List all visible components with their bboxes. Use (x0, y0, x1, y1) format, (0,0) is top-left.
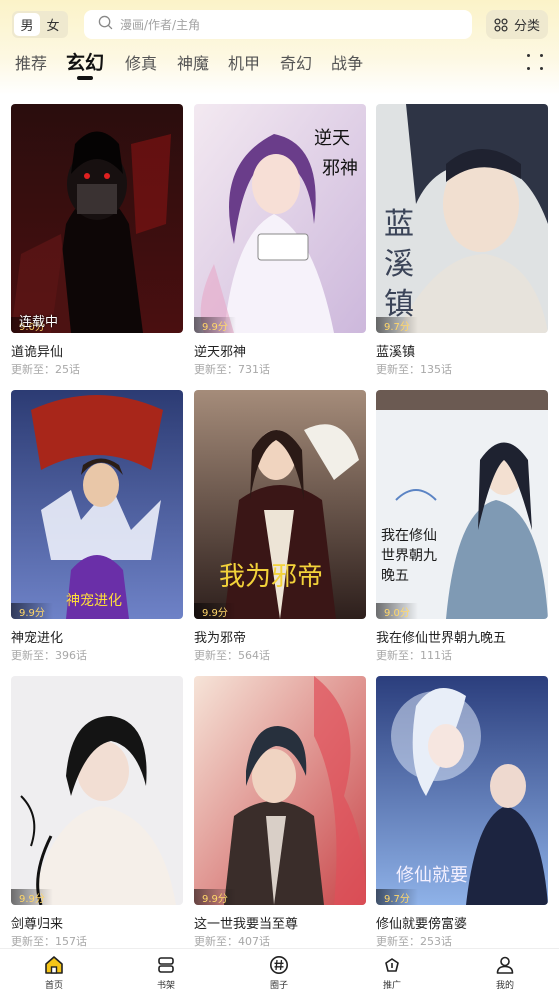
nav-promote-label: 推广 (382, 981, 401, 991)
comic-card[interactable]: 我为邪帝 9.9分 我为邪帝 更新至：564话 (194, 390, 366, 663)
svg-text:世界朝九: 世界朝九 (381, 548, 437, 564)
comic-title[interactable]: 我在修仙世界朝九晚五 (376, 627, 548, 646)
comic-update: 更新至：253话 (376, 935, 452, 948)
comic-card[interactable]: 我在修仙 世界朝九 晚五 9.0分 我在修仙世界朝九晚五 更新至：111话 (376, 390, 548, 663)
gender-female-tab[interactable]: 女 (40, 13, 66, 36)
score-badge: 9.9分 (194, 603, 236, 619)
nav-promote[interactable]: 推广 (362, 955, 422, 991)
svg-text:修仙就要: 修仙就要 (396, 865, 468, 886)
comic-update: 更新至：564话 (194, 649, 270, 662)
tab-zhanzheng[interactable]: 战争 (331, 50, 363, 74)
comic-card[interactable]: 神宠进化 9.9分 神宠进化 更新至：396话 (11, 390, 183, 663)
score-badge: 9.9分 (194, 889, 236, 905)
score-badge: 9.9分 (11, 889, 53, 905)
top-header: 男 女 漫画/作者/主角 分类 推荐 玄幻 修真 神魔 机甲 奇幻 战争 (0, 0, 559, 95)
nav-bookshelf[interactable]: 书架 (136, 955, 196, 991)
nav-me-label: 我的 (495, 981, 514, 991)
category-label: 分类 (513, 19, 540, 34)
category-button[interactable]: 分类 (486, 10, 548, 39)
hashtag-icon (270, 956, 288, 974)
score-badge: 9.7分 (376, 317, 418, 333)
svg-text:神宠进化: 神宠进化 (66, 593, 122, 609)
tab-recommend[interactable]: 推荐 (15, 50, 47, 74)
comic-cover[interactable]: 蓝 溪 镇 9.7分 (376, 104, 548, 333)
tab-qihuan[interactable]: 奇幻 (280, 50, 312, 74)
tab-xiuzhen[interactable]: 修真 (125, 50, 157, 74)
svg-text:我为邪帝: 我为邪帝 (219, 562, 323, 592)
comic-card[interactable]: 修仙就要 9.7分 修仙就要傍富婆 更新至：253话 (376, 676, 548, 949)
comic-update: 更新至：111话 (376, 649, 452, 662)
score-badge: 9.7分 (376, 889, 418, 905)
comic-card[interactable]: 9.0分 连载中 道诡异仙 更新至：25话 (11, 104, 183, 377)
promote-icon (385, 958, 399, 972)
score-badge: 9.9分 (194, 317, 236, 333)
score-badge: 9.0分 (376, 603, 418, 619)
comic-title[interactable]: 道诡异仙 (11, 341, 183, 360)
comic-update: 更新至：25话 (11, 363, 80, 376)
tab-shenmo[interactable]: 神魔 (177, 50, 209, 74)
svg-text:蓝: 蓝 (384, 207, 414, 242)
comic-cover[interactable]: 神宠进化 9.9分 (11, 390, 183, 619)
comic-card[interactable]: 蓝 溪 镇 9.7分 蓝溪镇 更新至：135话 (376, 104, 548, 377)
comic-title[interactable]: 我为邪帝 (194, 627, 366, 646)
bottom-nav: 首页 书架 圈子 推广 我的 (0, 948, 559, 995)
svg-text:晚五: 晚五 (381, 568, 409, 584)
nav-me[interactable]: 我的 (475, 955, 535, 991)
comic-card[interactable]: 9.9分 这一世我要当至尊 更新至：407话 (194, 676, 366, 949)
comic-update: 更新至：731话 (194, 363, 270, 376)
comic-title[interactable]: 剑尊归来 (11, 913, 183, 932)
comic-title[interactable]: 逆天邪神 (194, 341, 366, 360)
comic-card[interactable]: 逆天 邪神 9.9分 逆天邪神 更新至：731话 (194, 104, 366, 377)
comic-card[interactable]: 9.9分 剑尊归来 更新至：157话 (11, 676, 183, 949)
nav-home-label: 首页 (44, 981, 63, 991)
comic-update: 更新至：135话 (376, 363, 452, 376)
search-bar[interactable]: 漫画/作者/主角 (84, 10, 472, 39)
comic-cover[interactable]: 9.9分 (194, 676, 366, 905)
comic-cover[interactable]: 我为邪帝 9.9分 (194, 390, 366, 619)
comic-update: 更新至：157话 (11, 935, 87, 948)
nav-circle[interactable]: 圈子 (249, 955, 309, 991)
cover-title-text: 逆天 (314, 128, 350, 149)
comic-cover[interactable]: 我在修仙 世界朝九 晚五 9.0分 (376, 390, 548, 619)
svg-text:溪: 溪 (384, 247, 414, 282)
gender-switch[interactable]: 男 女 (12, 11, 68, 38)
comic-update: 更新至：407话 (194, 935, 270, 948)
score-badge: 9.9分 (11, 603, 53, 619)
active-tab-indicator (77, 76, 93, 80)
comic-cover[interactable]: 9.0分 连载中 (11, 104, 183, 333)
comic-cover[interactable]: 9.9分 (11, 676, 183, 905)
tab-xuanhuan[interactable]: 玄幻 (66, 48, 104, 75)
comic-cover[interactable]: 逆天 邪神 9.9分 (194, 104, 366, 333)
comic-cover[interactable]: 修仙就要 9.7分 (376, 676, 548, 905)
comic-title[interactable]: 这一世我要当至尊 (194, 913, 366, 932)
search-icon (98, 15, 113, 34)
bookshelf-icon (158, 957, 174, 973)
home-icon (45, 956, 63, 974)
comic-title[interactable]: 神宠进化 (11, 627, 183, 646)
comic-title[interactable]: 修仙就要傍富婆 (376, 913, 548, 932)
nav-home[interactable]: 首页 (24, 955, 84, 991)
tab-jijia[interactable]: 机甲 (228, 50, 260, 74)
user-icon (496, 956, 514, 974)
search-placeholder: 漫画/作者/主角 (120, 18, 201, 32)
comic-update: 更新至：396话 (11, 649, 87, 662)
svg-text:邪神: 邪神 (322, 158, 358, 179)
genre-tabs: 推荐 玄幻 修真 神魔 机甲 奇幻 战争 (0, 48, 559, 84)
more-tabs-icon[interactable] (527, 54, 543, 70)
grid-icon (494, 17, 508, 32)
comic-title[interactable]: 蓝溪镇 (376, 341, 548, 360)
nav-circle-label: 圈子 (269, 981, 288, 991)
nav-bookshelf-label: 书架 (156, 981, 175, 991)
gender-male-tab[interactable]: 男 (14, 13, 40, 36)
serial-status-badge: 连载中 (19, 315, 59, 330)
svg-text:我在修仙: 我在修仙 (381, 528, 437, 544)
